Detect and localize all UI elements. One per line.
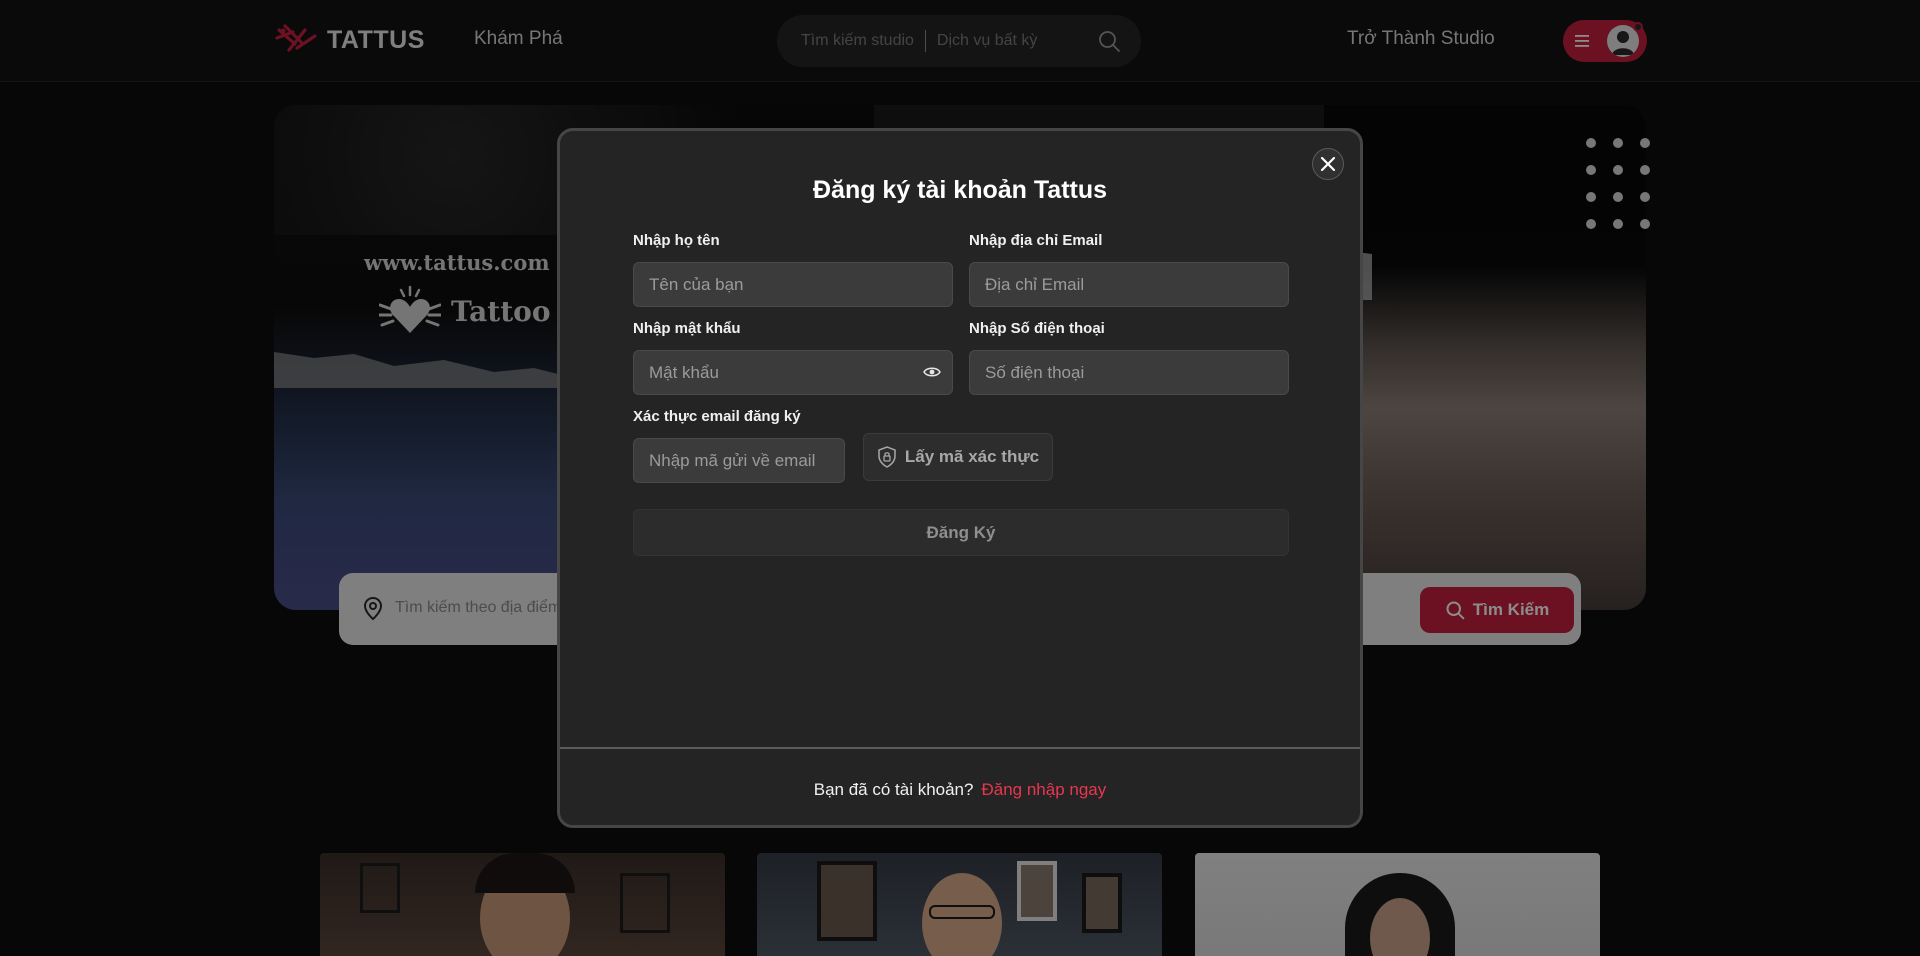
email-label: Nhập địa chỉ Email	[969, 232, 1103, 249]
modal-title: Đăng ký tài khoản Tattus	[812, 176, 1108, 204]
name-label: Nhập họ tên	[633, 232, 720, 249]
verification-code-input[interactable]	[633, 438, 845, 483]
have-account-text: Bạn đã có tài khoản?	[813, 780, 974, 799]
get-verification-code-button[interactable]: Lấy mã xác thực	[863, 433, 1053, 481]
get-code-button-label: Lấy mã xác thực	[904, 447, 1040, 466]
shield-lock-icon	[878, 446, 896, 468]
modal-footer: Bạn đã có tài khoản? Đăng nhập ngay	[560, 747, 1360, 825]
verify-label: Xác thực email đăng ký	[633, 408, 801, 425]
password-label: Nhập mật khẩu	[633, 320, 741, 337]
login-now-link[interactable]: Đăng nhập ngay	[981, 780, 1106, 800]
password-input[interactable]	[633, 350, 953, 395]
eye-icon[interactable]	[923, 365, 941, 379]
close-icon	[1320, 156, 1336, 172]
register-submit-button[interactable]: Đăng Ký	[633, 509, 1289, 556]
phone-input[interactable]	[969, 350, 1289, 395]
phone-label: Nhập Số điện thoại	[969, 320, 1105, 337]
name-input[interactable]	[633, 262, 953, 307]
email-input[interactable]	[969, 262, 1289, 307]
register-modal: Đăng ký tài khoản Tattus Nhập họ tên Nhậ…	[557, 128, 1363, 828]
